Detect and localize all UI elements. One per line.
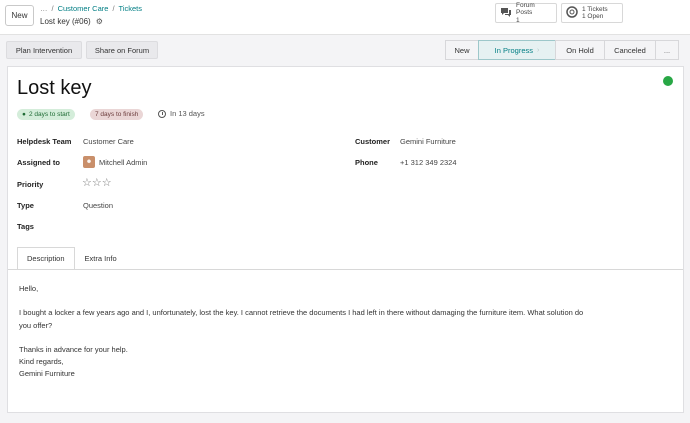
stage-canceled[interactable]: Canceled <box>604 40 656 60</box>
record-name-label: Lost key (#06) <box>40 17 91 26</box>
control-panel: New … / Customer Care / Tickets Lost key… <box>0 0 690 35</box>
description-line: Gemini Furniture <box>19 369 75 378</box>
breadcrumb-tickets[interactable]: Tickets <box>119 4 142 13</box>
breadcrumb: … / Customer Care / Tickets <box>40 4 142 13</box>
description-line: Thanks in advance for your help. <box>19 345 128 354</box>
tags-label: Tags <box>17 222 34 231</box>
forum-posts-text: Forum Posts 1 <box>516 2 552 25</box>
description-line: you offer? <box>19 321 53 330</box>
description-line: Kind regards, <box>19 357 64 366</box>
stage-in-progress-label: In Progress <box>494 45 533 55</box>
clock-icon <box>158 109 166 118</box>
helpdesk-team-label: Helpdesk Team <box>17 137 72 146</box>
phone-label: Phone <box>355 158 378 167</box>
sla-badge-finish: 7 days to finish <box>90 109 144 120</box>
record-name: Lost key (#06) ⚙ <box>40 17 103 26</box>
breadcrumb-sep: / <box>51 4 54 13</box>
sla-start-label: 2 days to start <box>28 111 70 118</box>
tickets-label: 1 Tickets <box>582 5 608 13</box>
tab-description[interactable]: Description <box>17 247 75 269</box>
tickets-stat-button[interactable]: 1 Tickets 1 Open <box>561 3 623 23</box>
forum-posts-count: 1 <box>516 16 520 24</box>
stage-statusbar: New In Progress › On Hold Canceled ... <box>445 40 679 60</box>
stage-on-hold[interactable]: On Hold <box>555 40 605 60</box>
priority-label: Priority <box>17 180 44 189</box>
notebook-tabs: Description Extra Info <box>17 247 127 269</box>
customer-label: Customer <box>355 137 391 146</box>
priority-field[interactable]: ☆☆☆ <box>82 176 112 189</box>
priority-stars[interactable]: ☆☆☆ <box>82 176 112 189</box>
stage-new[interactable]: New <box>445 40 479 60</box>
chat-bubbles-icon <box>500 7 512 20</box>
chevron-right-icon: › <box>537 46 540 54</box>
helpdesk-team-field[interactable]: Customer Care <box>83 137 134 146</box>
breadcrumb-more[interactable]: … <box>40 4 48 13</box>
stage-more-button[interactable]: ... <box>655 40 679 60</box>
share-on-forum-button[interactable]: Share on Forum <box>86 41 158 59</box>
type-label: Type <box>17 201 34 210</box>
stage-in-progress[interactable]: In Progress › <box>478 40 556 60</box>
deadline-text: In 13 days <box>170 109 205 118</box>
action-bar: Plan Intervention Share on Forum New In … <box>0 35 690 65</box>
ticket-title[interactable]: Lost key <box>17 77 91 100</box>
tickets-count: 1 Open <box>582 13 604 20</box>
forum-posts-label: Forum Posts <box>516 1 535 17</box>
sla-finish-label: 7 days to finish <box>95 111 139 118</box>
breadcrumb-sep: / <box>112 4 115 13</box>
description-line: Hello, <box>19 284 39 293</box>
phone-field[interactable]: +1 312 349 2324 <box>400 158 457 167</box>
tickets-text: 1 Tickets 1 Open <box>582 6 608 21</box>
customer-field[interactable]: Gemini Furniture <box>400 137 456 146</box>
tab-extra-info[interactable]: Extra Info <box>75 247 127 269</box>
type-field[interactable]: Question <box>83 201 113 210</box>
plan-intervention-button[interactable]: Plan Intervention <box>6 41 82 59</box>
kanban-state-dot[interactable] <box>663 76 673 86</box>
assigned-to-value: Mitchell Admin <box>99 157 148 167</box>
description-line: I bought a locker a few years ago and I,… <box>19 308 584 317</box>
check-shield-icon: ● <box>22 111 26 118</box>
new-button[interactable]: New <box>5 5 34 26</box>
tab-divider <box>8 269 683 270</box>
gear-icon[interactable]: ⚙ <box>96 17 103 26</box>
forum-posts-stat-button[interactable]: Forum Posts 1 <box>495 2 557 25</box>
deadline: In 13 days <box>158 109 205 118</box>
breadcrumb-customer-care[interactable]: Customer Care <box>58 4 109 13</box>
assigned-to-field[interactable]: ☻ Mitchell Admin <box>83 156 147 168</box>
lifebuoy-icon <box>566 5 578 21</box>
sla-badge-start: ● 2 days to start <box>17 109 75 120</box>
avatar: ☻ <box>83 156 95 168</box>
assigned-to-label: Assigned to <box>17 158 60 167</box>
form-sheet: Lost key ● 2 days to start 7 days to fin… <box>7 66 684 413</box>
